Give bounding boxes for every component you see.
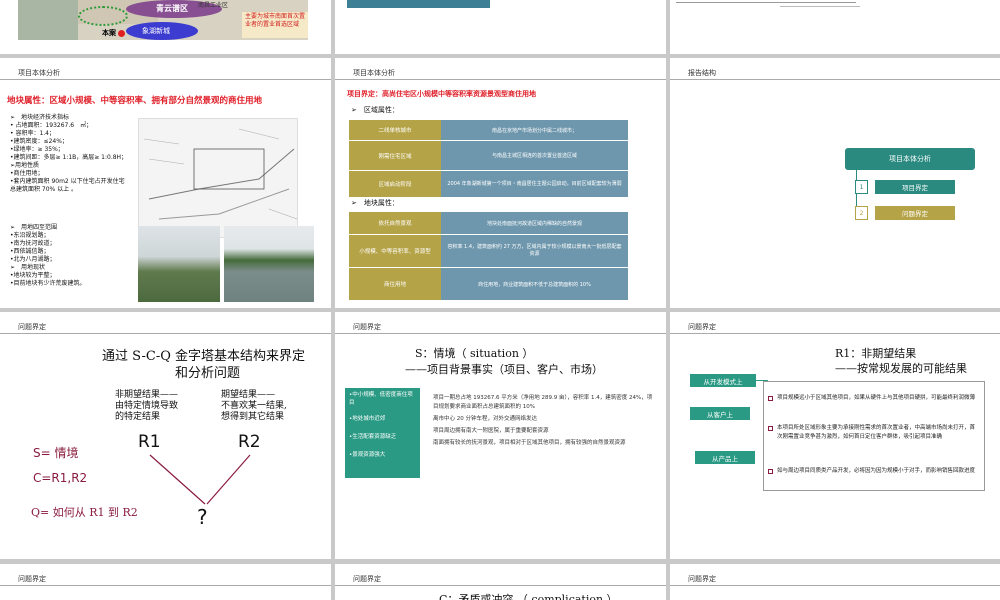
toc-number-2: 2 <box>855 206 868 220</box>
map-image: 青云谱区 南昌工业区 象湖新城 本案 主要为城市南面首次置业者的置业首选区域 <box>18 0 308 40</box>
slide-title: C：矛盾或冲突 （ complication ） <box>439 593 618 600</box>
divider-line-2 <box>780 6 860 7</box>
divider-line <box>676 2 856 3</box>
tag-customer: 从客户上 <box>690 407 750 420</box>
toc-item-2[interactable]: 问题界定 <box>875 206 955 220</box>
slide-thumb-6[interactable]: 报告结构 项目本体分析 1 项目界定 2 问题界定 <box>670 58 1000 308</box>
photo-image <box>347 0 490 8</box>
tag-development: 从开发模式上 <box>690 374 756 387</box>
slide-thumb-7[interactable]: 问题界定 通过 S-C-Q 金字塔基本结构来界定 和分析问题 非期望结果—— 由… <box>0 312 331 559</box>
slide-title-line2: 和分析问题 <box>175 366 241 381</box>
slide-header: 问题界定 <box>688 575 716 583</box>
route-dots <box>78 6 128 26</box>
slide-title: 项目界定：高尚住宅区小规模中等容积率资源景观型商住用地 <box>347 90 536 98</box>
header-rule <box>0 79 331 80</box>
slide-thumb-5[interactable]: 项目本体分析 项目界定：高尚住宅区小规模中等容积率资源景观型商住用地 ➢ 区域属… <box>335 58 666 308</box>
header-rule <box>335 585 666 586</box>
surround-list: ➢ 用地四至范围 •东沿规划路； •南为抚河故道； •西依誠信路； •北为八月湖… <box>10 224 86 287</box>
connector-lines <box>756 380 768 381</box>
site-photo-1 <box>138 226 220 302</box>
slide-thumb-10[interactable]: 问题界定 <box>0 564 331 600</box>
header-rule <box>0 333 331 334</box>
header-rule <box>670 585 1000 586</box>
site-plan-svg <box>143 128 298 220</box>
toc-main: 项目本体分析 <box>845 148 975 170</box>
slide-thumb-4[interactable]: 项目本体分析 地块属性：区域小规模、中等容积率、拥有部分自然景观的商住用地 ➢ … <box>0 58 331 308</box>
section-label-land: ➢ 地块属性： <box>351 199 399 207</box>
map-label-project: 本案 <box>102 29 116 37</box>
slide-title: 地块属性：区域小规模、中等容积率、拥有部分自然景观的商住用地 <box>7 96 263 106</box>
slide-title-line2: ——按常规发展的可能结果 <box>835 362 967 375</box>
slide-header: 问题界定 <box>18 323 46 331</box>
result-point-3: 如与周边项目同质类产品开发，必将因为因为规模小于对手，而影响销售回款进度 <box>768 467 980 476</box>
map-label-industry: 南昌工业区 <box>198 2 229 9</box>
slide-thumb-12[interactable]: 问题界定 <box>670 564 1000 600</box>
table-row: 刚需住宅区域 与南昌主城区相连的首次置业首选区域 <box>349 141 628 170</box>
result-point-1: 项目规模远小于区域其他项目，如果从硬件上与其他项目硬拼，可能最终利润微薄 <box>768 394 980 403</box>
q-definition: Q= 如何从 R1 到 R2 <box>31 506 138 519</box>
r1-label: R1 <box>138 432 161 452</box>
region-table: 二线单核城市 南昌在京地产市场划分中属二线城市； 刚需住宅区域 与南昌主城区相连… <box>349 120 628 197</box>
fact-tags-panel: •中小规模、低密度商住项目 •地处城市近郊 •生活配套资源缺乏 •景观资源强大 <box>345 388 420 478</box>
slide-thumb-9[interactable]: 问题界定 R1：非期望结果 ——按常规发展的可能结果 从开发模式上 从客户上 从… <box>670 312 1000 559</box>
slide-thumb-1[interactable]: 青云谱区 南昌工业区 象湖新城 本案 主要为城市南面首次置业者的置业首选区域 <box>0 0 331 54</box>
header-rule <box>670 79 1000 80</box>
slide-thumb-11[interactable]: 问题界定 C：矛盾或冲突 （ complication ） <box>335 564 666 600</box>
header-rule <box>335 79 666 80</box>
slide-title-line2: ——项目背景事实（项目、客户、市场） <box>405 363 603 376</box>
table-row: 商住用地 商住用地，商业建筑面积不低于总建筑面积的 10% <box>349 268 628 300</box>
slide-header: 问题界定 <box>18 575 46 583</box>
map-pin <box>118 30 125 37</box>
slide-header: 项目本体分析 <box>18 69 60 77</box>
tag-product: 从产品上 <box>695 451 755 464</box>
slide-thumb-2[interactable] <box>335 0 666 54</box>
section-label-region: ➢ 区域属性： <box>351 106 399 114</box>
slide-header: 报告结构 <box>688 69 716 77</box>
header-rule <box>670 333 1000 334</box>
slide-title-line1: S：情境（ situation ） <box>415 347 534 360</box>
question-mark: ? <box>197 505 208 529</box>
bullet-square-icon <box>768 426 773 431</box>
slide-header: 问题界定 <box>688 323 716 331</box>
bullet-square-icon <box>768 469 773 474</box>
undesired-desc: 非期望结果—— 由特定情境导致 的特定结果 <box>115 390 179 422</box>
slide-header: 项目本体分析 <box>353 69 395 77</box>
map-label-xianghu: 象湖新城 <box>142 27 170 35</box>
header-rule <box>335 333 666 334</box>
slide-title-line1: R1：非期望结果 <box>835 347 917 360</box>
result-point-2: 本项目所处区域形象主要为承接刚性需求的首次置业者，中高端市场尚未打开，首次刚需置… <box>768 424 980 442</box>
slide-header: 问题界定 <box>353 575 381 583</box>
site-plan-drawing <box>138 118 298 238</box>
fact-points: 项目一期总占地 193267.6 平方米（净用地 289.9 亩），容积率 1.… <box>433 395 653 446</box>
desired-desc: 期望结果—— 不喜欢某一结果, 想得到其它结果 <box>221 390 287 422</box>
site-photo-2 <box>224 226 314 302</box>
spec-list: ➢ 地块经济技术指标 • 占地面积：193267.6 ㎡； • 容积率：1.4；… <box>10 114 128 193</box>
r2-label: R2 <box>238 432 261 452</box>
s-definition: S= 情境 <box>33 446 79 460</box>
table-row: 二线单核城市 南昌在京地产市场划分中属二线城市； <box>349 120 628 140</box>
slide-thumb-3[interactable] <box>670 0 1000 54</box>
toc-item-1[interactable]: 项目界定 <box>875 180 955 194</box>
table-row: 区域启动阶段 2004 年象湖新城第一个项目・南昌居住主题公园启动，目前区域配套… <box>349 171 628 197</box>
land-table: 依托自然景观 地块处南面抚河故道区域内稀缺的自然景观 小规模、中等容积率、资源型… <box>349 212 628 300</box>
c-definition: C=R1,R2 <box>33 471 88 485</box>
slide-header: 问题界定 <box>353 323 381 331</box>
map-label-qingyunpu: 青云谱区 <box>156 4 188 13</box>
bullet-square-icon <box>768 396 773 401</box>
caption-box: 主要为城市南面首次置业者的置业首选区域 <box>242 12 308 38</box>
slide-thumb-8[interactable]: 问题界定 S：情境（ situation ） ——项目背景事实（项目、客户、市场… <box>335 312 666 559</box>
toc-number-1: 1 <box>855 180 868 194</box>
table-row: 依托自然景观 地块处南面抚河故道区域内稀缺的自然景观 <box>349 212 628 234</box>
header-rule <box>0 585 331 586</box>
table-row: 小规模、中等容积率、资源型 容积率 1.4，建筑面积约 27 万方，区域内属于较… <box>349 235 628 267</box>
